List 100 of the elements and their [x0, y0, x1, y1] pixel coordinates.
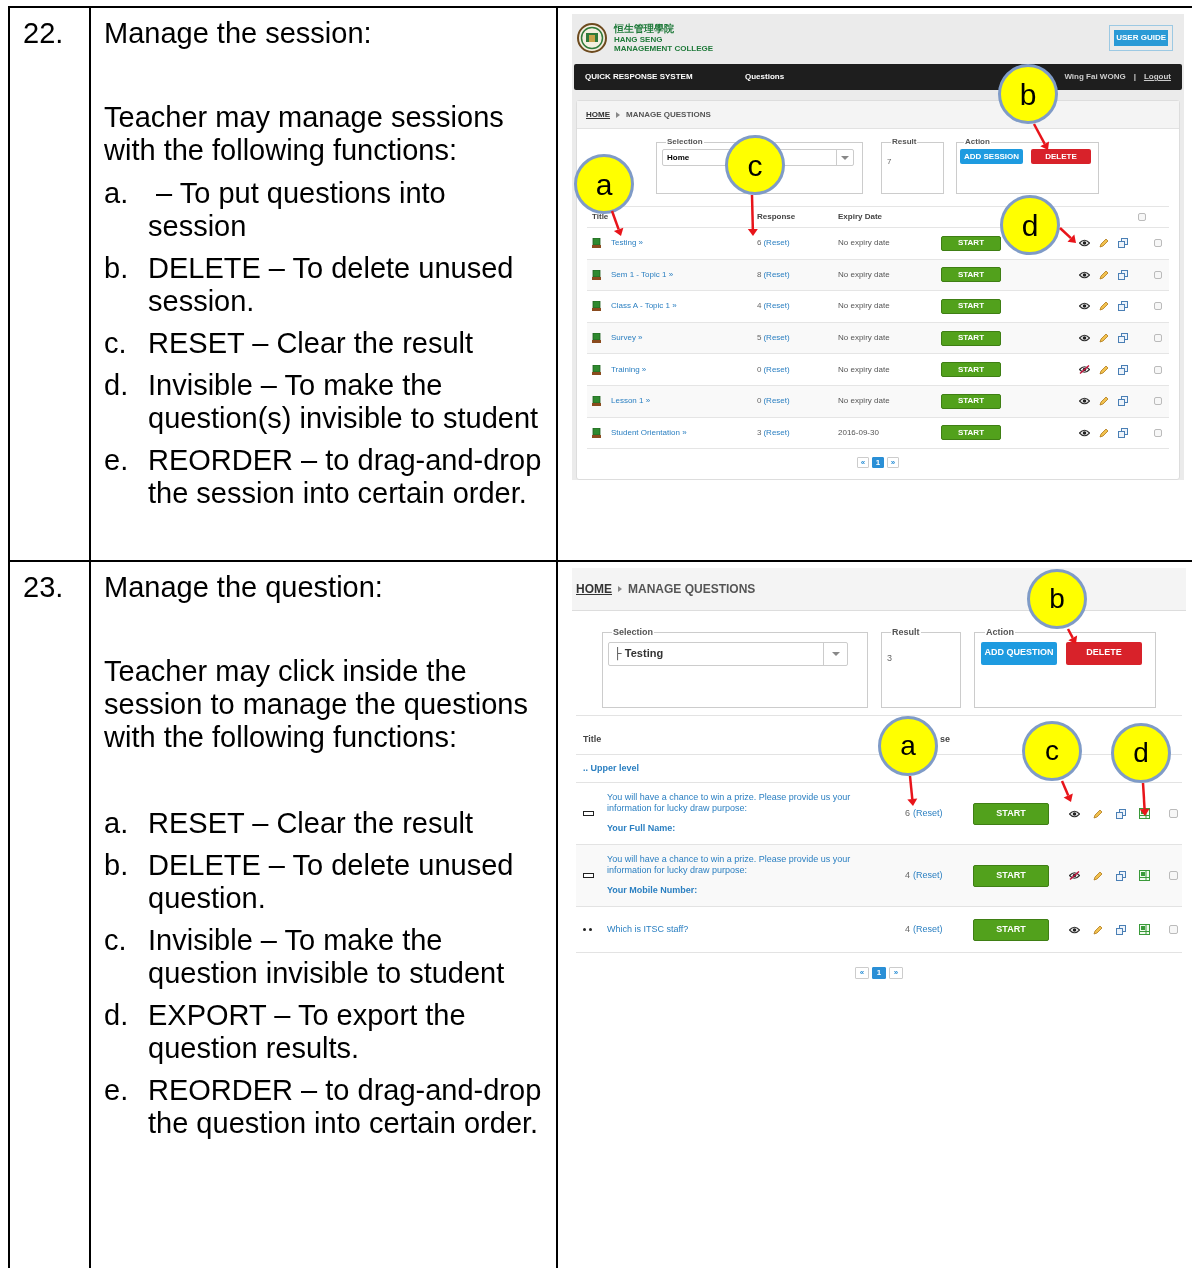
home-link[interactable]: HOME — [576, 580, 612, 598]
add-button[interactable]: ADD SESSION — [960, 149, 1023, 164]
checkbox[interactable] — [1169, 809, 1178, 818]
list-item-text: Invisible – To make the question(s) invisible to student — [148, 369, 540, 435]
session-link[interactable]: Student Orientation » — [611, 426, 757, 439]
copy-icon[interactable] — [1118, 238, 1128, 249]
checkbox[interactable] — [1154, 397, 1162, 406]
checkbox[interactable] — [1154, 365, 1162, 374]
page-button[interactable]: « — [857, 457, 869, 469]
checkbox[interactable] — [1154, 334, 1162, 343]
start-button[interactable]: START — [941, 330, 1001, 346]
copy-icon[interactable] — [1118, 269, 1128, 280]
pencil-icon[interactable] — [1099, 364, 1109, 375]
copy-icon[interactable] — [1118, 396, 1128, 407]
reset-link[interactable]: (Reset) — [763, 363, 790, 376]
pencil-icon[interactable] — [1099, 396, 1109, 407]
spreadsheet-icon[interactable] — [1139, 870, 1150, 881]
dropdown-field[interactable]: ├ Testing — [608, 641, 848, 666]
copy-icon[interactable] — [1118, 333, 1128, 344]
callout: b — [1027, 569, 1087, 629]
checkbox[interactable] — [1154, 270, 1162, 279]
start-button[interactable]: START — [941, 299, 1001, 314]
page-button[interactable]: « — [855, 967, 869, 979]
delete-button[interactable]: DELETE — [1066, 641, 1142, 665]
reset-link[interactable]: (Reset) — [913, 922, 943, 937]
home-link[interactable]: HOME — [586, 108, 610, 121]
reset-link[interactable]: (Reset) — [763, 300, 790, 313]
user-guide-button[interactable]: USER GUIDE — [1114, 30, 1168, 46]
pencil-icon[interactable] — [1099, 238, 1109, 249]
crossed-eye-icon[interactable] — [1079, 365, 1090, 375]
pencil-icon[interactable] — [1093, 924, 1103, 935]
fieldset-legend: Selection — [612, 626, 654, 640]
logout-link[interactable]: Logout — [1143, 71, 1171, 83]
checkbox[interactable] — [1169, 925, 1178, 934]
copy-icon[interactable] — [1116, 808, 1126, 819]
start-button[interactable]: START — [973, 802, 1049, 825]
pencil-icon[interactable] — [1099, 427, 1109, 438]
reset-link[interactable]: (Reset) — [763, 332, 790, 345]
copy-icon[interactable] — [1118, 427, 1128, 438]
list-letter: a. — [104, 807, 130, 840]
session-link[interactable]: Sem 1 - Topic 1 » — [611, 268, 757, 281]
eye-icon[interactable] — [1079, 302, 1090, 311]
reset-link[interactable]: (Reset) — [913, 868, 943, 883]
page-button[interactable]: » — [887, 457, 899, 469]
reset-link[interactable]: (Reset) — [913, 806, 943, 821]
pencil-icon[interactable] — [1099, 269, 1109, 280]
menu-link[interactable]: Questions — [745, 71, 785, 83]
pencil-icon[interactable] — [1099, 333, 1109, 344]
page-title: MANAGE QUESTIONS — [628, 581, 756, 598]
page-button[interactable]: » — [889, 967, 903, 979]
session-link[interactable]: Class A - Topic 1 » — [611, 300, 757, 313]
spreadsheet-icon[interactable] — [1139, 924, 1150, 935]
callout: d — [1111, 723, 1171, 783]
reset-link[interactable]: (Reset) — [763, 395, 790, 408]
checkbox[interactable] — [1169, 871, 1178, 880]
fieldset-legend: Action — [985, 626, 1015, 640]
start-button[interactable]: START — [941, 235, 1001, 251]
start-button[interactable]: START — [973, 864, 1049, 887]
eye-icon[interactable] — [1079, 428, 1090, 437]
page-button[interactable]: 1 — [872, 967, 886, 979]
eye-icon[interactable] — [1079, 239, 1090, 248]
copy-icon[interactable] — [1116, 870, 1126, 881]
session-link[interactable]: Survey » — [611, 332, 757, 345]
delete-button[interactable]: DELETE — [1031, 149, 1091, 164]
eye-icon[interactable] — [1069, 809, 1080, 818]
checkbox[interactable] — [1138, 213, 1146, 221]
pencil-icon[interactable] — [1093, 870, 1103, 881]
checkbox[interactable] — [1154, 428, 1162, 437]
reset-link[interactable]: (Reset) — [763, 426, 790, 439]
eye-icon[interactable] — [1079, 270, 1090, 279]
add-button[interactable]: ADD QUESTION — [981, 641, 1057, 665]
list-item-text: – To put questions into session — [148, 177, 447, 243]
crossed-eye-icon[interactable] — [1069, 871, 1080, 880]
eye-icon[interactable] — [1069, 925, 1080, 934]
start-button[interactable]: START — [941, 267, 1001, 283]
copy-icon[interactable] — [1116, 924, 1126, 935]
pencil-icon[interactable] — [1093, 808, 1103, 819]
list-letter: c. — [104, 327, 128, 360]
response-count: 6 — [905, 806, 910, 820]
checkbox[interactable] — [1154, 239, 1162, 248]
session-link[interactable]: Lesson 1 » — [611, 395, 757, 408]
copy-icon[interactable] — [1118, 364, 1128, 375]
session-link[interactable]: Testing » — [611, 237, 757, 250]
result-count: 7 — [887, 156, 893, 168]
checkbox[interactable] — [1154, 302, 1162, 311]
start-button[interactable]: START — [941, 425, 1001, 441]
start-button[interactable]: START — [941, 362, 1001, 378]
reset-link[interactable]: (Reset) — [763, 237, 790, 250]
pencil-icon[interactable] — [1099, 301, 1109, 312]
reset-link[interactable]: (Reset) — [763, 268, 790, 281]
session-link[interactable]: Training » — [611, 363, 757, 376]
fieldset-legend: Result — [891, 136, 918, 148]
upper-level-link[interactable]: .. Upper level — [583, 761, 640, 776]
page-button[interactable]: 1 — [872, 457, 884, 469]
copy-icon[interactable] — [1118, 301, 1128, 312]
response-count: 4 — [905, 922, 910, 936]
eye-icon[interactable] — [1079, 334, 1090, 343]
start-button[interactable]: START — [973, 918, 1049, 941]
eye-icon[interactable] — [1079, 397, 1090, 406]
start-button[interactable]: START — [941, 393, 1001, 409]
